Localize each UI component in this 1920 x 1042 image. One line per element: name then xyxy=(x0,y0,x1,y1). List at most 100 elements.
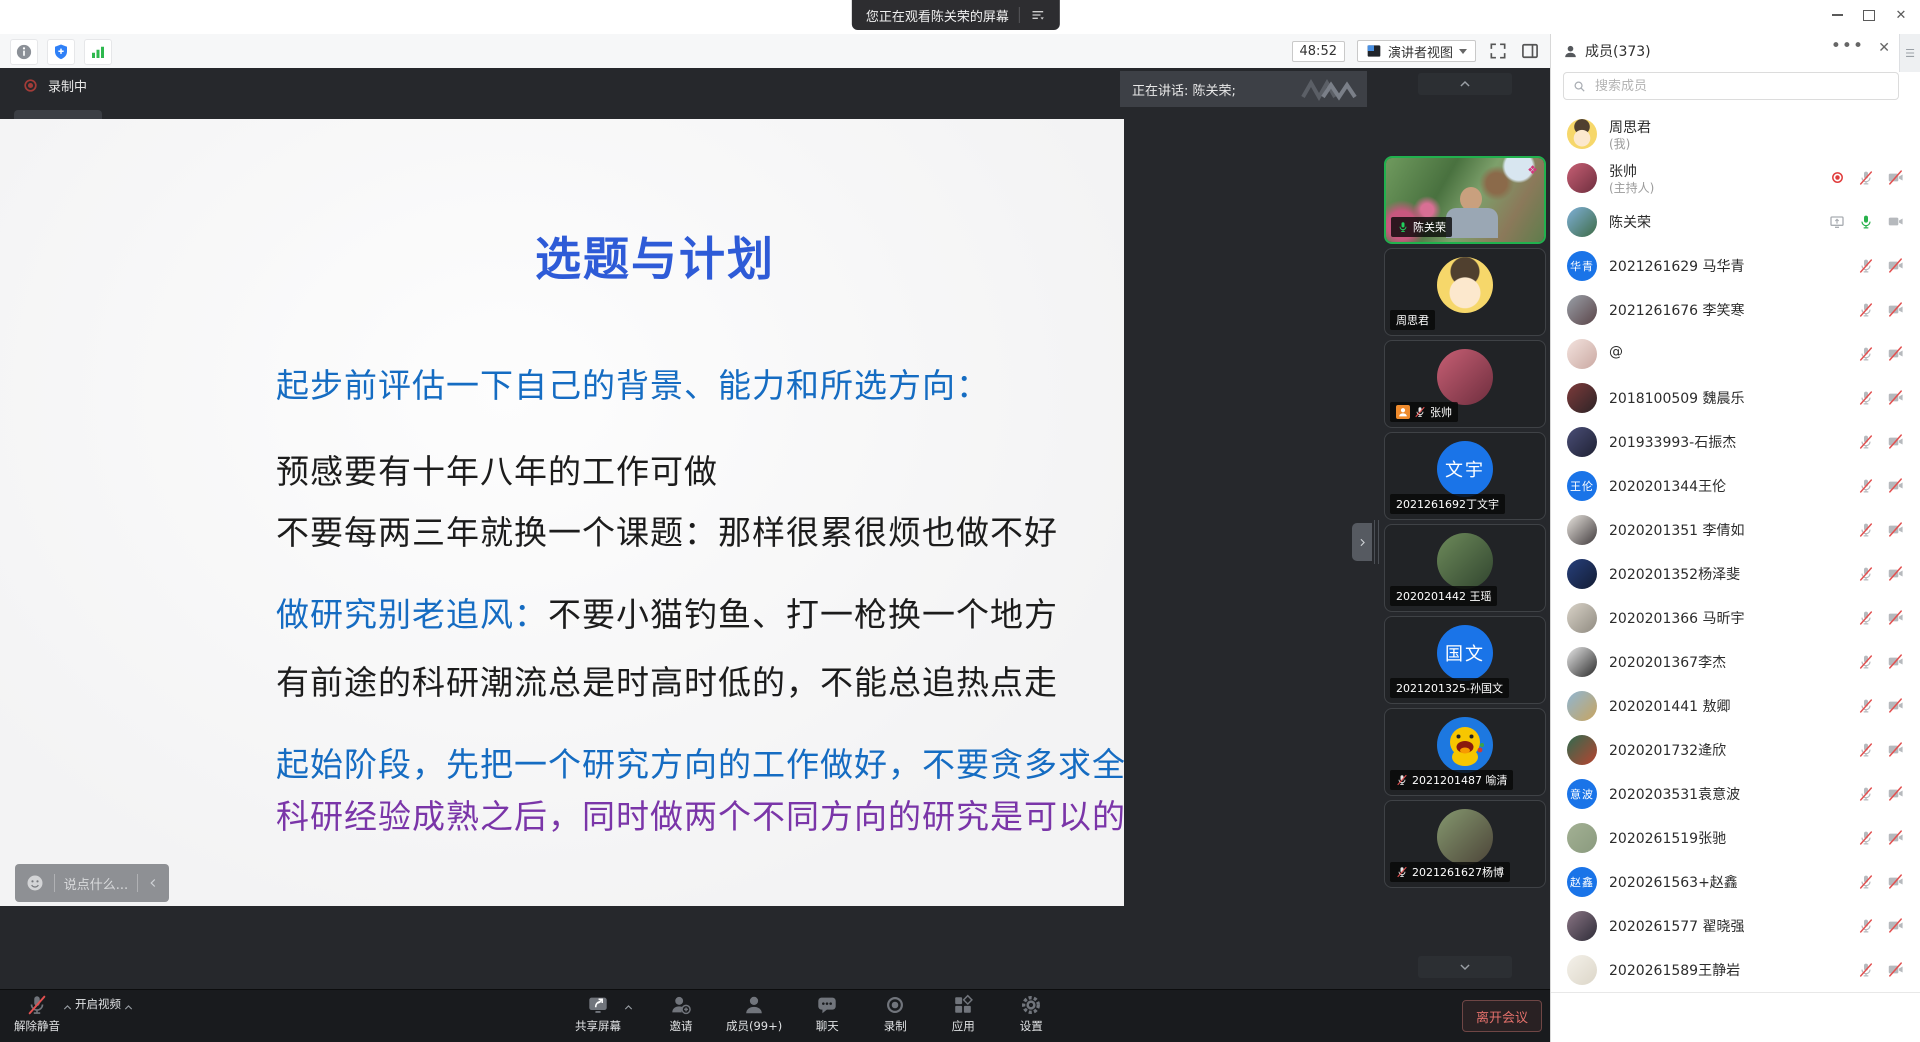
slide-title: 选题与计划 xyxy=(535,223,775,289)
active-speaker-label: 正在讲话: 陈关荣; xyxy=(1132,80,1236,99)
participant-name: 周思君 xyxy=(1396,312,1429,328)
member-row[interactable]: 2020261519张驰 xyxy=(1551,816,1920,860)
close-button[interactable]: ✕ xyxy=(1888,3,1914,27)
cam-off-icon xyxy=(1887,829,1904,846)
member-row[interactable]: 2020201367李杰 xyxy=(1551,640,1920,684)
member-row[interactable]: 2020201366 马昕宇 xyxy=(1551,596,1920,640)
toolbar-button-invite[interactable]: 邀请 xyxy=(658,994,704,1034)
chat-input-placeholder[interactable]: 说点什么... xyxy=(64,874,128,893)
member-row[interactable]: 201933993-石振杰 xyxy=(1551,420,1920,464)
video-tile[interactable]: 国文2021201325-孙国文 xyxy=(1384,616,1546,704)
view-mode-button[interactable]: 演讲者视图 xyxy=(1357,40,1476,62)
member-row[interactable]: 陈关荣 xyxy=(1551,200,1920,244)
mic-muted-icon xyxy=(1858,918,1874,934)
member-row[interactable]: 2020201441 敖卿 xyxy=(1551,684,1920,728)
mic-muted-icon xyxy=(1858,962,1874,978)
banner-menu-icon[interactable] xyxy=(1030,7,1046,23)
member-search-box[interactable] xyxy=(1563,72,1899,100)
avatar: 赵鑫 xyxy=(1567,867,1597,897)
member-row[interactable]: 2020261589王静岩 xyxy=(1551,948,1920,992)
slide-text-line: 做研究别老追风：不要小猫钓鱼、打一枪换一个地方 xyxy=(276,588,1058,636)
security-shield-icon[interactable] xyxy=(47,39,75,65)
slide-text-line: 起步前评估一下自己的背景、能力和所选方向： xyxy=(276,359,990,407)
slide-text-segment: 有前途的科研潮流总是时高时低的，不能总追热点走 xyxy=(276,663,1058,702)
member-row[interactable]: 2021261676 李笑寒 xyxy=(1551,288,1920,332)
member-name: 2020261589王静岩 xyxy=(1609,960,1740,980)
member-row[interactable]: 2020201732逄欣 xyxy=(1551,728,1920,772)
avatar xyxy=(1437,717,1493,773)
member-role: (主持人) xyxy=(1609,179,1654,196)
toolbar-button-apps[interactable]: 应用 xyxy=(940,994,986,1034)
avatar xyxy=(1567,647,1597,677)
network-signal-icon[interactable] xyxy=(84,39,112,65)
toolbar-button-chat[interactable]: 聊天 xyxy=(804,994,850,1034)
member-row[interactable]: 2020201352杨泽斐 xyxy=(1551,552,1920,596)
fullscreen-icon[interactable] xyxy=(1488,41,1508,61)
member-row[interactable]: 王伦2020201344王伦 xyxy=(1551,464,1920,508)
panel-close-icon[interactable]: ✕ xyxy=(1878,40,1890,56)
cam-off-icon xyxy=(1887,961,1904,978)
meeting-info-icon[interactable] xyxy=(10,39,38,65)
member-row[interactable]: 意波2020203531袁意波 xyxy=(1551,772,1920,816)
chevron-left-icon[interactable] xyxy=(147,877,159,889)
video-tile[interactable]: 周思君 xyxy=(1384,248,1546,336)
leave-meeting-button[interactable]: 离开会议 xyxy=(1462,1000,1542,1032)
video-tile[interactable]: 2020201442 王瑶 xyxy=(1384,524,1546,612)
toolbar-button-cam-off[interactable]: 开启视频 xyxy=(75,994,121,1012)
member-row[interactable]: @ xyxy=(1551,332,1920,376)
slide-text-line: 科研经验成熟之后，同时做两个不同方向的研究是可以的 xyxy=(276,790,1126,838)
cam-off-icon xyxy=(1887,257,1904,274)
chevron-up-icon[interactable] xyxy=(62,1002,73,1013)
video-tile-label: 2021261692丁文宇 xyxy=(1390,494,1505,514)
cam-off-icon xyxy=(1887,697,1904,714)
cam-off-icon xyxy=(1887,917,1904,934)
toolbar-button-share-screen[interactable]: 共享屏幕 xyxy=(575,994,621,1034)
smiley-icon[interactable] xyxy=(25,873,45,893)
video-tile[interactable]: 张帅 xyxy=(1384,340,1546,428)
banner-divider xyxy=(1019,7,1020,23)
more-options-icon[interactable]: ••• xyxy=(1831,36,1864,56)
toolbar-button-gear[interactable]: 设置 xyxy=(1008,994,1054,1034)
avatar xyxy=(1567,823,1597,853)
quick-chat-bar[interactable]: 说点什么... xyxy=(15,864,169,902)
member-row[interactable]: 2020201351 李倩如 xyxy=(1551,508,1920,552)
member-row[interactable]: 2020261577 翟晓强 xyxy=(1551,904,1920,948)
meeting-timer: 48:52 xyxy=(1292,41,1345,62)
thumbnails-scroll-down[interactable] xyxy=(1418,956,1512,978)
avatar: 华青 xyxy=(1567,251,1597,281)
thumbnails-scroll-up[interactable] xyxy=(1418,73,1512,95)
member-name: 2020261563+赵鑫 xyxy=(1609,872,1738,892)
chevron-right-icon xyxy=(1357,537,1368,548)
screen-watch-banner[interactable]: 您正在观看陈关荣的屏幕 xyxy=(852,0,1060,30)
panel-drag-handle[interactable]: ☰ xyxy=(1899,34,1920,72)
member-name: 2020201352杨泽斐 xyxy=(1609,564,1740,584)
restore-button[interactable] xyxy=(1856,3,1882,27)
member-row[interactable]: 周思君(我) xyxy=(1551,112,1920,156)
toolbar-button-mic-muted[interactable]: 解除静音 xyxy=(14,994,60,1034)
chevron-up-icon[interactable] xyxy=(123,1002,134,1013)
participant-name: 2021201487 喻清 xyxy=(1412,772,1507,788)
member-name: 2020201366 马昕宇 xyxy=(1609,608,1745,628)
thumbnails-collapse-handle[interactable] xyxy=(1352,523,1372,561)
video-tile[interactable]: 文宇2021261692丁文宇 xyxy=(1384,432,1546,520)
minimize-button[interactable] xyxy=(1824,3,1850,27)
chevron-up-icon[interactable] xyxy=(623,1002,634,1013)
mic-muted-icon xyxy=(1858,258,1874,274)
gear-icon xyxy=(1020,994,1042,1016)
sidebar-toggle-icon[interactable] xyxy=(1520,41,1540,61)
member-search-input[interactable] xyxy=(1593,78,1890,95)
video-tile[interactable]: 2021201487 喻清 xyxy=(1384,708,1546,796)
video-tile[interactable]: ❖陈关荣 xyxy=(1384,156,1546,244)
chevron-down-icon xyxy=(1458,960,1472,974)
member-row[interactable]: 2018100509 魏晨乐 xyxy=(1551,376,1920,420)
avatar xyxy=(1567,955,1597,985)
cam-off-icon xyxy=(1887,873,1904,890)
video-tile[interactable]: 2021261627杨博 xyxy=(1384,800,1546,888)
member-row[interactable]: 华青2021261629 马华青 xyxy=(1551,244,1920,288)
member-row[interactable]: 赵鑫 2020261563+赵鑫 xyxy=(1551,860,1920,904)
toolbar-button-members[interactable]: 成员(99+) xyxy=(726,994,782,1034)
member-row[interactable]: 张帅(主持人) xyxy=(1551,156,1920,200)
toolbar-button-record[interactable]: 录制 xyxy=(872,994,918,1034)
members-icon xyxy=(743,994,765,1016)
avatar xyxy=(1437,257,1493,313)
